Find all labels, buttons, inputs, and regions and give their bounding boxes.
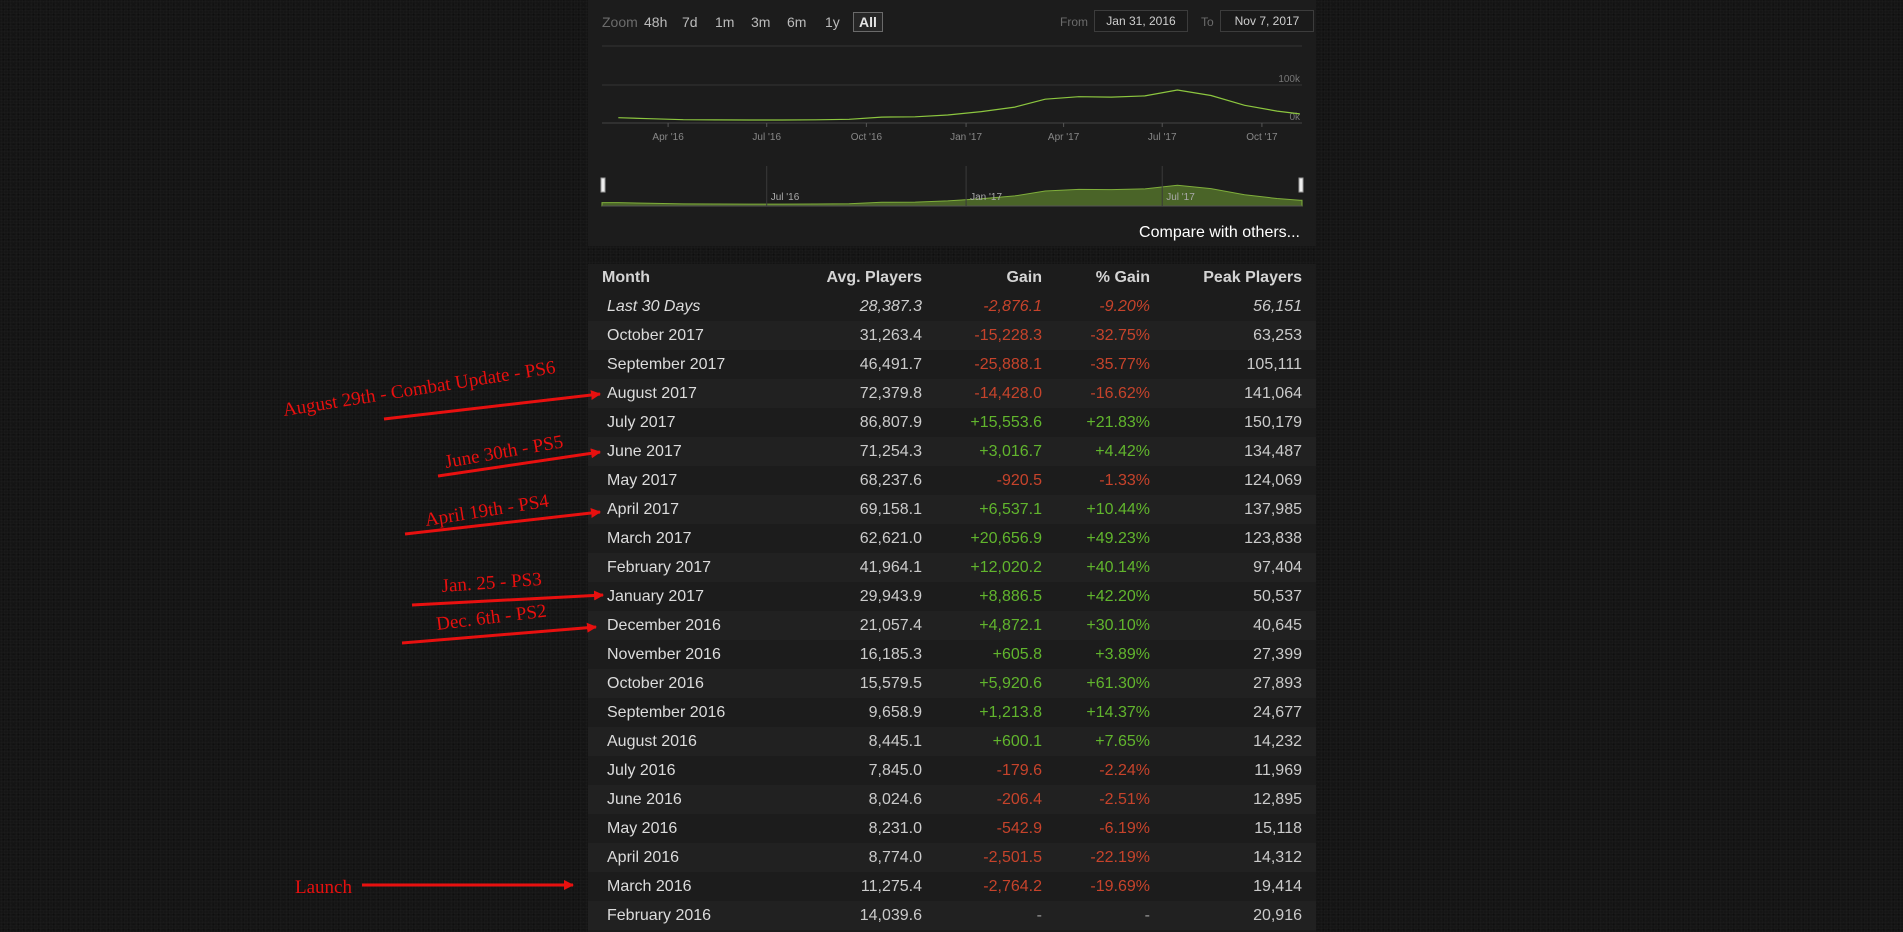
annotation-ps6-text: August 29th - Combat Update - PS6 — [281, 357, 556, 421]
annotation-ps2-arrow — [401, 622, 597, 645]
annotation-ps3-arrow — [411, 590, 604, 607]
annotation-launch-text: Launch — [295, 877, 352, 898]
annotation-ps3-text: Jan. 25 - PS3 — [441, 569, 543, 597]
annotations-layer: August 29th - Combat Update - PS6 June 3… — [281, 357, 604, 898]
annotation-ps2-text: Dec. 6th - PS2 — [435, 601, 548, 635]
